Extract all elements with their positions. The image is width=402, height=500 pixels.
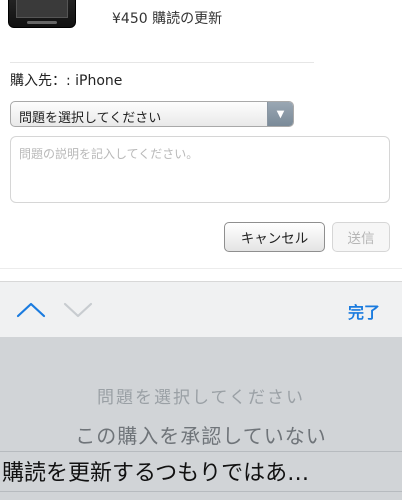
picker-option[interactable]: 問題を選択してください bbox=[0, 383, 402, 408]
picker-option-selected[interactable]: 購読を更新するつもりではあ… bbox=[0, 455, 402, 487]
purchase-from-label: 購入先：: iPhone bbox=[10, 73, 123, 89]
product-header: ¥450 購読の更新 bbox=[0, 0, 402, 40]
cancel-button[interactable]: キャンセル bbox=[224, 222, 325, 252]
keyboard-toolbar: 完了 bbox=[0, 281, 402, 337]
send-button[interactable]: 送信 bbox=[332, 222, 390, 252]
chevron-down-icon[interactable] bbox=[62, 298, 94, 322]
dropdown-arrow-icon: ▼ bbox=[267, 102, 293, 126]
divider bbox=[10, 62, 314, 63]
chevron-up-icon[interactable] bbox=[15, 298, 47, 322]
product-price-label: ¥450 購読の更新 bbox=[112, 11, 223, 27]
problem-select-value: 問題を選択してください bbox=[19, 111, 162, 126]
divider bbox=[0, 268, 402, 269]
problem-picker[interactable]: 問題を選択してください この購入を承認していない 購読を更新するつもりではあ… bbox=[0, 337, 402, 500]
picker-option[interactable]: この購入を承認していない bbox=[0, 420, 402, 449]
problem-select[interactable]: 問題を選択してください ▼ bbox=[10, 101, 294, 127]
device-thumbnail bbox=[8, 0, 76, 28]
done-button[interactable]: 完了 bbox=[348, 299, 380, 323]
problem-description-field[interactable] bbox=[10, 136, 390, 203]
